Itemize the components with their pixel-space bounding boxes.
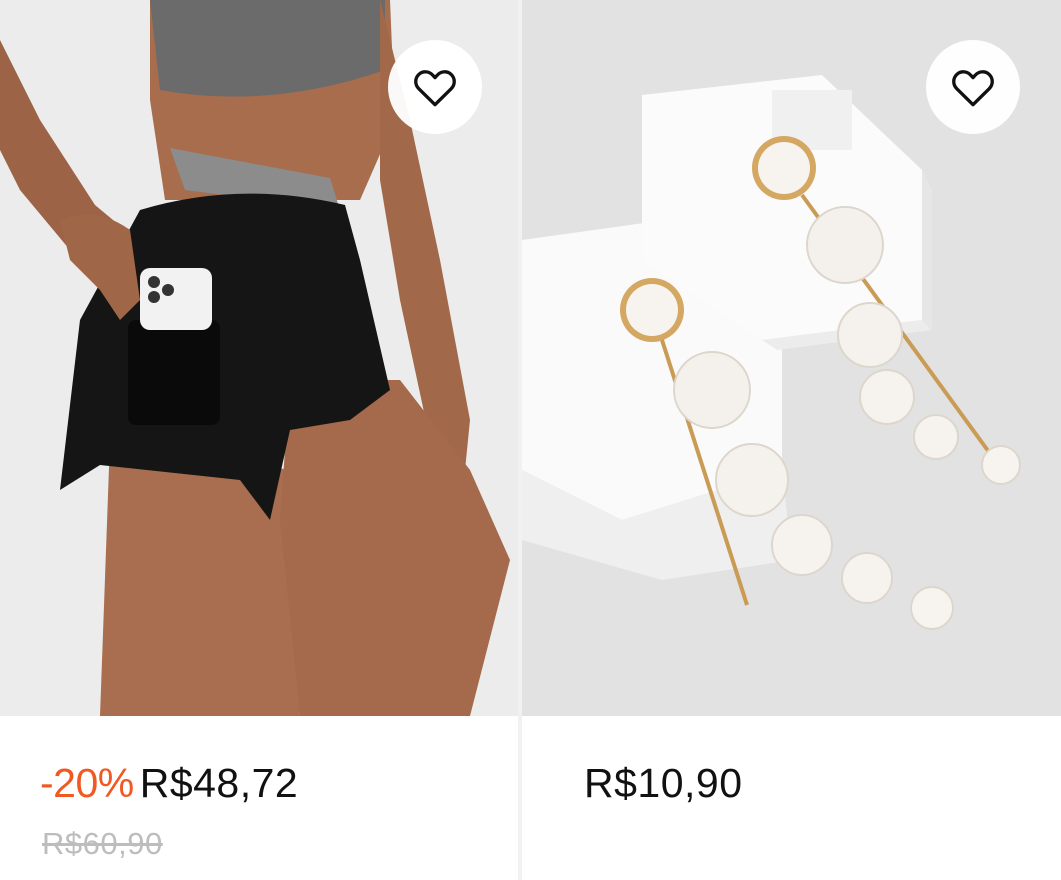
heart-outline-icon — [414, 70, 456, 107]
product-grid: -20% R$48,72 R$60,90 R$10,90 — [0, 0, 1061, 880]
original-price: R$60,90 — [42, 826, 163, 861]
discount-badge: -20% — [40, 760, 134, 806]
price-row: -20% R$48,72 — [40, 760, 298, 807]
heart-outline-icon — [952, 70, 994, 107]
sale-price: R$48,72 — [139, 760, 299, 806]
product-card[interactable]: -20% R$48,72 R$60,90 — [0, 0, 518, 880]
favorite-button[interactable] — [926, 40, 1020, 134]
product-card[interactable]: R$10,90 — [522, 0, 1061, 880]
sale-price: R$10,90 — [584, 760, 743, 806]
favorite-button[interactable] — [388, 40, 482, 134]
price-row: R$10,90 — [584, 760, 743, 807]
